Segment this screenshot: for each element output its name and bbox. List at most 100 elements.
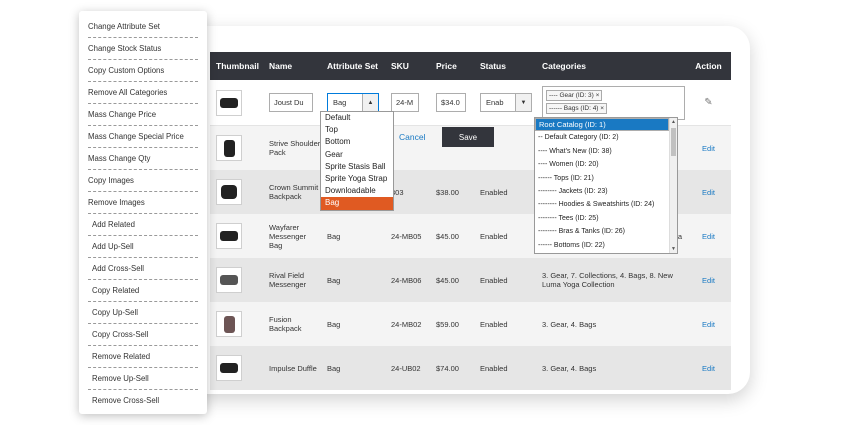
backpack-icon [221,185,237,199]
edit-link[interactable]: Edit [702,232,715,241]
save-button[interactable]: Save [442,127,494,147]
product-thumbnail [216,179,242,205]
header-action: Action [695,61,722,71]
category-tags-input[interactable]: ---- Gear (ID: 3) × ------ Bags (ID: 4) … [542,85,685,120]
attribute-set-option[interactable]: Gear [321,149,393,161]
menu-item-remove-up-sell[interactable]: Remove Up-Sell [88,368,198,390]
category-option[interactable]: ------ Bottoms (ID: 22) [535,239,669,252]
category-scrollbar[interactable]: ▲ ▼ [669,118,677,253]
cell-attribute-set: Bag [327,363,341,373]
attribute-set-option[interactable]: Sprite Yoga Strap [321,173,393,185]
cell-attribute-set: Bag [327,231,341,241]
name-input[interactable]: Joust Du [269,93,313,112]
menu-item-remove-related[interactable]: Remove Related [88,346,198,368]
category-option[interactable]: ---- Women (ID: 20) [535,158,669,171]
category-option[interactable]: -------- Hoodies & Sweatshirts (ID: 24) [535,198,669,211]
category-tag[interactable]: ------ Bags (ID: 4) × [546,102,608,114]
backpack-icon [223,139,235,157]
cell-attribute-set: Bag [327,319,341,329]
product-grid-card: Thumbnail Name Attribute Set SKU Price S… [180,26,750,394]
menu-item-remove-cross-sell[interactable]: Remove Cross-Sell [88,390,198,412]
menu-item-add-up-sell[interactable]: Add Up-Sell [88,236,198,258]
scroll-up-icon[interactable]: ▲ [671,119,676,125]
cancel-link[interactable]: Cancel [399,132,425,142]
category-option[interactable]: ------ Tops (ID: 21) [535,172,669,185]
cell-name: Fusion Backpack [269,315,302,333]
scroll-down-icon[interactable]: ▼ [671,246,676,252]
cell-price: $45.00 [436,275,459,285]
category-option[interactable]: -------- Tees (ID: 25) [535,212,669,225]
menu-item-copy-images[interactable]: Copy Images [88,170,198,192]
table-row: Impulse Duffle Bag 24-UB02 $74.00 Enable… [210,346,731,390]
cell-categories: 3. Gear, 7. Collections, 4. Bags, 8. New… [542,271,673,289]
header-price[interactable]: Price [430,61,474,71]
menu-item-mass-change-special-price[interactable]: Mass Change Special Price [88,126,198,148]
category-option[interactable]: -- Default Category (ID: 2) [535,131,669,144]
attribute-set-option-selected[interactable]: Bag [321,197,393,210]
edit-link[interactable]: Edit [702,364,715,373]
cell-status: Enabled [480,275,508,285]
category-option[interactable]: ---- What's New (ID: 38) [535,145,669,158]
cell-sku: 24-MB02 [391,319,422,329]
menu-item-mass-change-price[interactable]: Mass Change Price [88,104,198,126]
cell-sku: 24-MB05 [391,231,422,241]
header-name[interactable]: Name [263,61,321,71]
cell-name: Rival Field Messenger [269,271,307,289]
edit-link[interactable]: Edit [702,144,715,153]
category-option[interactable]: -------- Bras & Tanks (ID: 26) [535,225,669,238]
menu-item-add-related[interactable]: Add Related [88,214,198,236]
menu-item-mass-change-qty[interactable]: Mass Change Qty [88,148,198,170]
messenger-bag-icon [220,231,238,241]
price-input[interactable]: $34.0 [436,93,466,112]
pencil-icon[interactable]: ✎ [704,97,712,108]
cell-attribute-set: Bag [327,275,341,285]
header-sku[interactable]: SKU [385,61,430,71]
header-categories[interactable]: Categories [536,61,686,71]
menu-item-copy-related[interactable]: Copy Related [88,280,198,302]
attribute-set-option[interactable]: Bottom [321,136,393,148]
category-option[interactable]: -------- Jackets (ID: 23) [535,185,669,198]
attribute-set-value: Bag [333,98,347,107]
menu-item-remove-images[interactable]: Remove Images [88,192,198,214]
product-thumbnail [216,135,242,161]
scroll-thumb[interactable] [671,128,676,156]
cell-sku: 24-UB02 [391,363,421,373]
cell-categories: 3. Gear, 4. Bags [542,363,597,373]
cell-name: Impulse Duffle [269,363,317,373]
edit-link[interactable]: Edit [702,188,715,197]
category-tag[interactable]: ---- Gear (ID: 3) × [546,89,603,101]
header-thumbnail[interactable]: Thumbnail [210,61,263,71]
cell-status: Enabled [480,231,508,241]
menu-item-add-cross-sell[interactable]: Add Cross-Sell [88,258,198,280]
mass-action-menu: Change Attribute Set Change Stock Status… [79,11,207,414]
cell-categories: 3. Gear, 4. Bags [542,319,597,329]
duffle-bag-icon [220,363,238,373]
cell-status: Enabled [480,363,508,373]
attribute-set-option[interactable]: Sprite Stasis Ball [321,161,393,173]
menu-item-copy-custom-options[interactable]: Copy Custom Options [88,60,198,82]
menu-item-copy-cross-sell[interactable]: Copy Cross-Sell [88,324,198,346]
attribute-set-option[interactable]: Top [321,124,393,136]
attribute-set-option[interactable]: Default [321,112,393,124]
cell-status: Enabled [480,187,508,197]
cell-price: $38.00 [436,187,459,197]
header-attribute-set[interactable]: Attribute Set [321,61,385,71]
attribute-set-select[interactable]: Bag ▲ [327,93,379,112]
cell-name: Wayfarer Messenger Bag [269,222,307,250]
table-row: Fusion Backpack Bag 24-MB02 $59.00 Enabl… [210,302,731,346]
product-thumbnail [216,311,242,337]
backpack-icon [223,315,235,333]
product-thumbnail [216,89,242,116]
sku-input[interactable]: 24-M [391,93,419,112]
edit-link[interactable]: Edit [702,276,715,285]
status-select[interactable]: Enab ▼ [480,93,532,112]
duffle-bag-icon [220,97,238,108]
menu-item-copy-up-sell[interactable]: Copy Up-Sell [88,302,198,324]
edit-link[interactable]: Edit [702,320,715,329]
menu-item-remove-all-categories[interactable]: Remove All Categories [88,82,198,104]
menu-item-change-stock-status[interactable]: Change Stock Status [88,38,198,60]
header-status[interactable]: Status [474,61,536,71]
menu-item-change-attribute-set[interactable]: Change Attribute Set [88,16,198,38]
attribute-set-option[interactable]: Downloadable [321,185,393,197]
category-option-selected[interactable]: Root Catalog (ID: 1) [535,118,669,132]
